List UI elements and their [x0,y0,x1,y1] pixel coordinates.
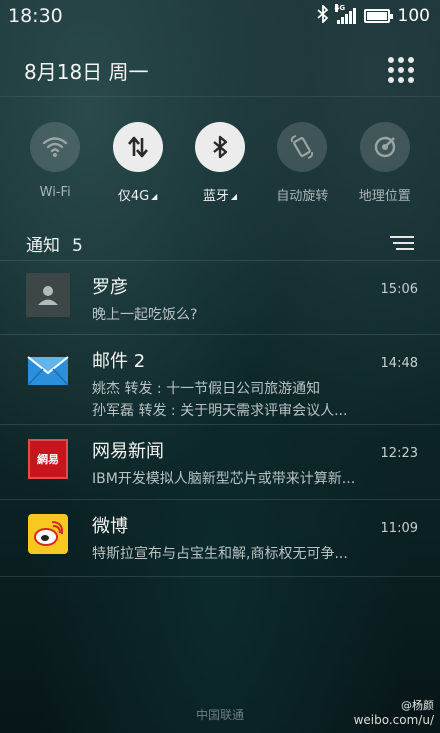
notification-text: 特斯拉宣布与占宝生和解,商标权无可争... [92,546,348,562]
status-icons: 4G 100 [316,3,430,28]
data-arrows-icon[interactable] [112,122,163,172]
notification-item-weibo[interactable]: 微博 11:09 特斯拉宣布与占宝生和解,商标权无可争... [0,499,440,577]
toggle-label-wrap: 仅4G ◢ [118,185,158,204]
all-settings-grid-icon[interactable] [388,57,414,83]
notification-title: 罗彦 [92,277,128,298]
notification-time: 12:23 [380,446,418,461]
rotate-icon[interactable] [277,122,328,172]
toggle-label: 地理位置 [358,189,411,204]
notification-title: 微博 [92,516,128,537]
watermark: @杨颜 weibo.com/u/ [354,697,434,727]
network-type-label: 4G [334,4,346,12]
battery-percent: 100 [397,6,430,26]
notification-text: 姚杰 转发 : 十一节假日公司旅游通知 [92,381,321,397]
toggle-location[interactable]: 地理位置 [345,122,425,204]
location-icon[interactable] [359,122,410,172]
toggle-label: 自动旋转 [276,189,329,204]
status-bar: 18:30 4G 100 [0,0,440,32]
notifications-count: 5 [72,235,83,256]
shade-header: 8月18日 周一 [0,48,440,92]
wifi-icon[interactable] [30,122,81,172]
notification-item-mail[interactable]: 邮件 2 14:48 姚杰 转发 : 十一节假日公司旅游通知 孙军磊 转发 : … [0,334,440,424]
quick-toggles: Wi-Fi 仅4G ◢ 蓝牙 ◢ 自动旋转 地理位置 [0,122,440,204]
caret-icon: ◢ [230,192,238,201]
toggle-wifi[interactable]: Wi-Fi [15,122,95,204]
toggle-bluetooth[interactable]: 蓝牙 ◢ [180,122,260,204]
signal-icon: 4G [334,4,356,24]
notification-time: 11:09 [380,521,418,536]
toggle-label-wrap: 蓝牙 ◢ [203,185,237,204]
netease-icon-text: 網易 [37,453,59,466]
notifications-title-text: 通知 [26,235,60,256]
toggle-mobile-data[interactable]: 仅4G ◢ [98,122,178,204]
watermark-top: @杨颜 [401,699,434,712]
toggle-label: 仅4G [117,189,150,204]
notification-title: 网易新闻 [92,441,164,462]
notification-text: 晚上一起吃饭么? [92,307,198,323]
watermark-bottom: weibo.com/u/ [353,713,434,727]
bluetooth-status-icon [316,3,329,28]
contact-avatar-icon [26,273,70,317]
clear-all-icon[interactable] [388,236,414,250]
netease-news-icon: 網易 [26,437,70,481]
notification-item-contact[interactable]: 罗彦 15:06 晚上一起吃饭么? [0,260,440,334]
toggle-label: Wi-Fi [39,185,71,200]
notification-time: 15:06 [380,282,418,297]
battery-icon [363,9,393,23]
caret-icon: ◢ [151,192,158,201]
toggle-label: 蓝牙 [202,189,229,204]
toggle-auto-rotate[interactable]: 自动旋转 [262,122,342,204]
divider [0,96,440,97]
notification-text: 孙军磊 转发 : 关于明天需求评审会议人... [92,403,348,419]
bluetooth-icon[interactable] [194,122,245,172]
notifications-title: 通知 5 [26,231,83,256]
notification-title: 邮件 2 [92,351,146,372]
status-time: 18:30 [8,5,63,27]
notification-list: 罗彦 15:06 晚上一起吃饭么? 邮件 2 14:48 姚杰 转发: 十一节… [0,260,440,577]
weibo-icon [26,512,70,556]
notifications-header: 通知 5 [0,228,440,258]
notification-time: 14:48 [380,356,418,371]
mail-icon [26,347,70,391]
date-label: 8月18日 周一 [24,59,149,84]
notification-item-netease-news[interactable]: 網易 网易新闻 12:23 IBM开发模拟人脑新型芯片或带来计算新... [0,424,440,499]
notification-text: IBM开发模拟人脑新型芯片或带来计算新... [92,471,356,487]
